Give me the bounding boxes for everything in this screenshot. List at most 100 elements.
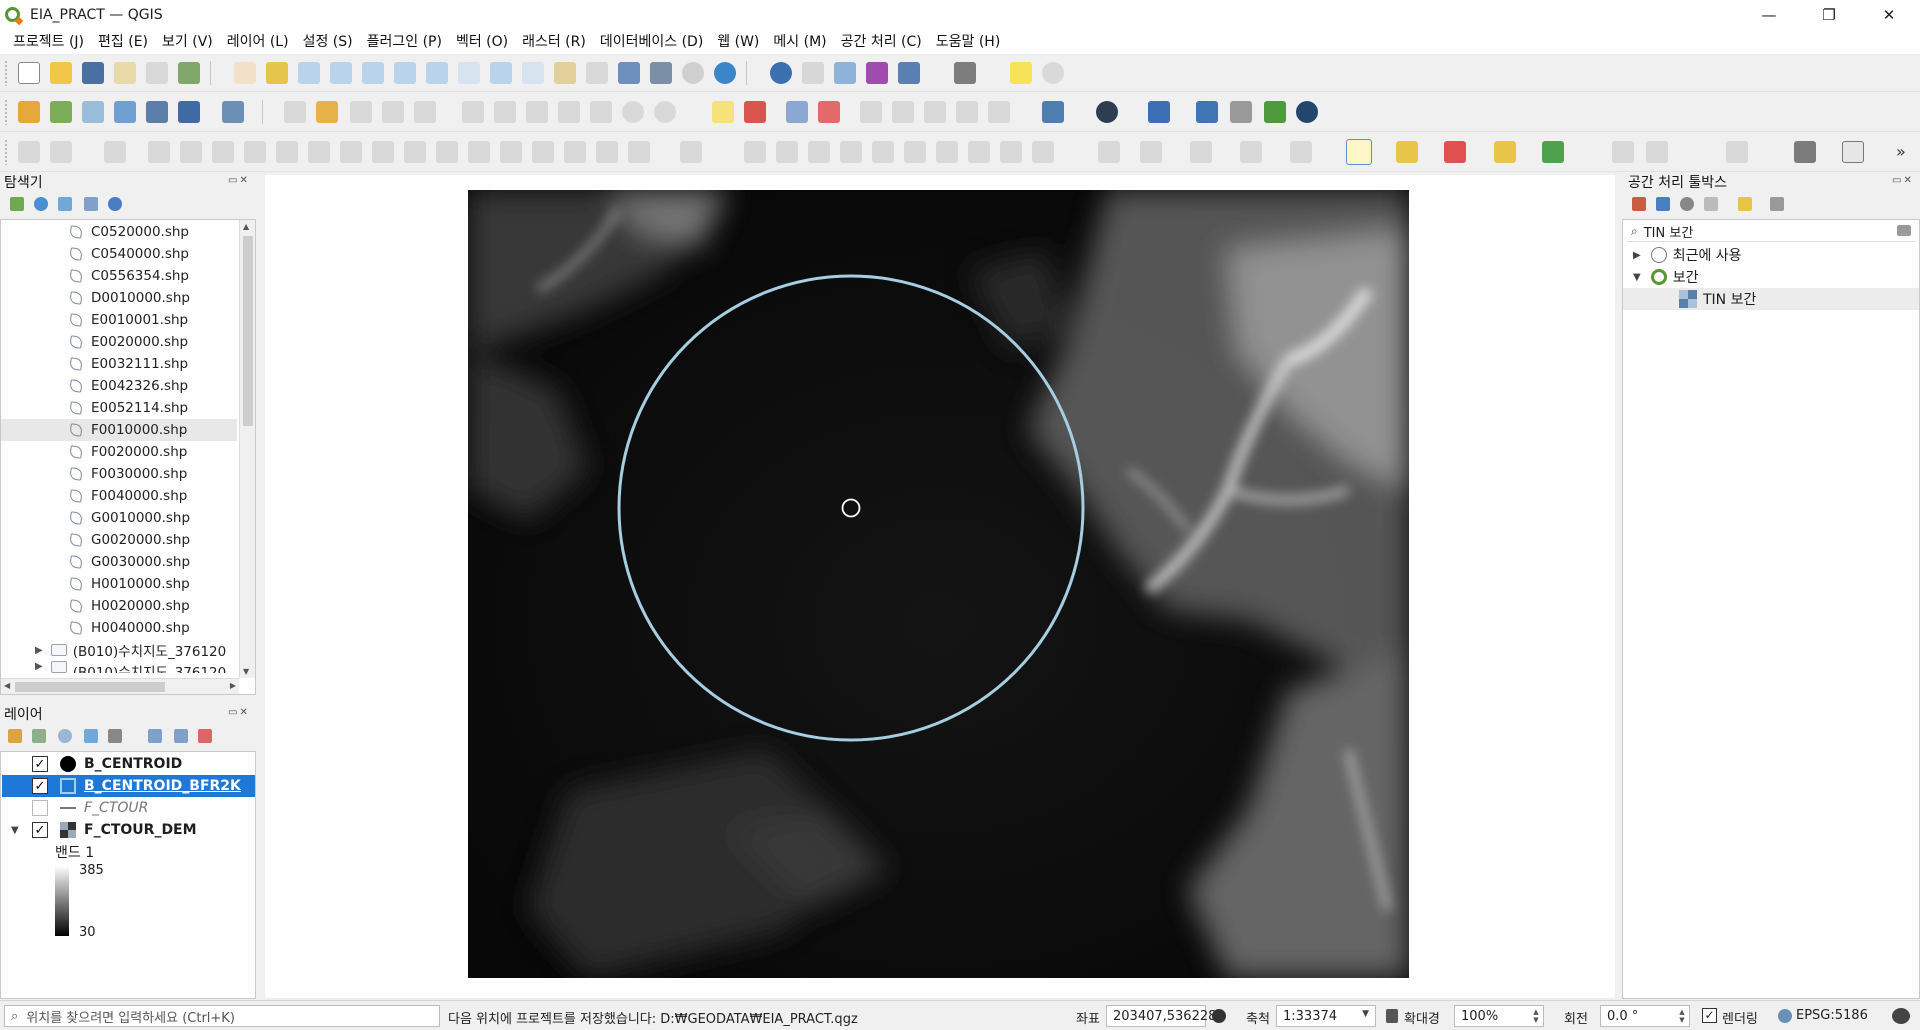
digitize-tool-24-icon[interactable] xyxy=(840,141,862,163)
show-bookmarks-icon[interactable] xyxy=(650,62,672,84)
digitize-tool-31-icon[interactable] xyxy=(1098,141,1120,163)
new-bookmark-icon[interactable] xyxy=(618,62,640,84)
show-hide-labels-icon[interactable] xyxy=(860,101,882,123)
chevron-right-icon[interactable]: ▶ xyxy=(1633,250,1641,261)
tree-item-recent[interactable]: ▶ 최근에 사용 xyxy=(1623,244,1919,266)
data-source-manager-icon[interactable] xyxy=(18,101,40,123)
toolbar-grip[interactable] xyxy=(4,99,8,125)
list-item[interactable]: G0020000.shp xyxy=(1,529,237,551)
new-geopackage-layer-icon[interactable] xyxy=(50,101,72,123)
label-properties-icon[interactable] xyxy=(988,101,1010,123)
close-button[interactable]: ✕ xyxy=(1866,0,1912,30)
digitize-tool-5-icon[interactable] xyxy=(180,141,202,163)
toggle-editing-icon[interactable] xyxy=(316,101,338,123)
digitize-tool-35-icon[interactable] xyxy=(1290,141,1312,163)
layer-row-f-ctour[interactable]: F_CTOUR xyxy=(2,797,255,819)
list-item[interactable]: H0040000.shp xyxy=(1,617,237,639)
toolbar-grip[interactable] xyxy=(4,60,8,86)
identify-icon[interactable] xyxy=(770,62,792,84)
scroll-left-icon[interactable]: ◀ xyxy=(4,681,10,690)
cursor-tool-icon[interactable] xyxy=(1842,141,1864,163)
layers-panel-buttons[interactable]: ▭✕ xyxy=(228,707,250,718)
refresh-browser-icon[interactable] xyxy=(34,197,48,211)
spinbox-arrows-icon[interactable]: ▲ ▼ xyxy=(1531,1008,1541,1024)
style-manager-icon[interactable] xyxy=(178,62,200,84)
scripts-icon[interactable] xyxy=(1656,197,1670,211)
menu-database[interactable]: 데이터베이스 (D) xyxy=(593,30,710,54)
new-map-view-icon[interactable] xyxy=(554,62,576,84)
layer-row-b-centroid[interactable]: ✓ B_CENTROID xyxy=(2,753,255,775)
lock-scale-icon[interactable] xyxy=(1386,1009,1398,1023)
new-temporary-layer-icon[interactable] xyxy=(146,101,168,123)
menu-vector[interactable]: 벡터 (O) xyxy=(449,30,515,54)
digitize-tool-30-icon[interactable] xyxy=(1032,141,1054,163)
zoom-to-layer-icon[interactable] xyxy=(426,62,448,84)
new-virtual-layer-icon[interactable] xyxy=(222,101,244,123)
menu-mesh[interactable]: 메시 (M) xyxy=(766,30,833,54)
chevron-right-icon[interactable]: ▶ xyxy=(35,645,43,656)
digitize-tool-33-icon[interactable] xyxy=(1190,141,1212,163)
measure-icon[interactable] xyxy=(954,62,976,84)
new-spatialite-layer-icon[interactable] xyxy=(114,101,136,123)
remove-layer-icon[interactable] xyxy=(198,729,212,743)
restore-button[interactable]: ❐ xyxy=(1806,0,1852,30)
manage-visibility-icon[interactable] xyxy=(58,729,72,743)
highlight-pinned-labels-icon[interactable] xyxy=(786,101,808,123)
toolbar-grip[interactable] xyxy=(4,139,8,165)
add-raster-icon[interactable] xyxy=(178,101,200,123)
list-item[interactable]: G0030000.shp xyxy=(1,551,237,573)
annotation-text-icon[interactable] xyxy=(1794,141,1816,163)
plugin-sync-icon[interactable] xyxy=(1264,101,1286,123)
digitize-tool-34-icon[interactable] xyxy=(1240,141,1262,163)
menu-layer[interactable]: 레이어 (L) xyxy=(220,30,296,54)
messages-icon[interactable] xyxy=(1892,1008,1910,1024)
vector-tool-1-icon[interactable] xyxy=(1612,141,1634,163)
zoom-native-icon[interactable] xyxy=(458,62,480,84)
digitize-tool-25-icon[interactable] xyxy=(872,141,894,163)
models-icon[interactable] xyxy=(1632,197,1646,211)
digitize-tool-3-icon[interactable] xyxy=(104,141,126,163)
rotation-spinbox[interactable]: 0.0 ° ▲ ▼ xyxy=(1600,1005,1690,1027)
vector-tool-2-icon[interactable] xyxy=(1646,141,1668,163)
menu-view[interactable]: 보기 (V) xyxy=(155,30,220,54)
zoom-full-icon[interactable] xyxy=(362,62,384,84)
globe-icon[interactable] xyxy=(1296,101,1318,123)
digitize-tool-29-icon[interactable] xyxy=(1000,141,1022,163)
scale-select[interactable]: 1:33374 ▼ xyxy=(1276,1005,1376,1027)
digitize-tool-9-icon[interactable] xyxy=(308,141,330,163)
python-console-icon[interactable] xyxy=(1196,101,1218,123)
zoom-in-icon[interactable] xyxy=(298,62,320,84)
list-item[interactable]: E0042326.shp xyxy=(1,375,237,397)
refresh-icon[interactable] xyxy=(714,62,736,84)
dem-raster[interactable] xyxy=(468,190,1409,978)
pan-icon[interactable] xyxy=(234,62,256,84)
list-item[interactable]: G0010000.shp xyxy=(1,507,237,529)
list-item[interactable]: H0020000.shp xyxy=(1,595,237,617)
rotate-label-icon[interactable] xyxy=(924,101,946,123)
edit-features-in-place-icon[interactable] xyxy=(1738,197,1752,211)
add-feature-icon[interactable] xyxy=(382,101,404,123)
menu-processing[interactable]: 공간 처리 (C) xyxy=(834,30,929,54)
list-item[interactable]: C0540000.shp xyxy=(1,243,237,265)
undo-icon[interactable] xyxy=(622,101,644,123)
menu-help[interactable]: 도움말 (H) xyxy=(929,30,1008,54)
add-selected-layers-icon[interactable] xyxy=(10,197,24,211)
digitize-tool-23-icon[interactable] xyxy=(808,141,830,163)
digitize-tool-14-icon[interactable] xyxy=(468,141,490,163)
toolbox-panel-buttons[interactable]: ▭✕ xyxy=(1892,175,1914,186)
coord-field[interactable]: 203407,536228 xyxy=(1106,1005,1216,1027)
browser-hscrollbar[interactable]: ◀ ▶ xyxy=(1,678,239,694)
digitize-tool-19-icon[interactable] xyxy=(628,141,650,163)
menu-web[interactable]: 웹 (W) xyxy=(710,30,766,54)
collapse-all-layers-icon[interactable] xyxy=(174,729,188,743)
current-edits-icon[interactable] xyxy=(284,101,306,123)
layer-checkbox[interactable]: ✓ xyxy=(32,756,48,772)
scroll-thumb[interactable] xyxy=(243,236,253,426)
toolbar-overflow-icon[interactable]: » xyxy=(1896,143,1910,161)
delete-selected-icon[interactable] xyxy=(494,101,516,123)
list-item[interactable]: C0556354.shp xyxy=(1,265,237,287)
save-edits-icon[interactable] xyxy=(350,101,372,123)
magnifier-spinbox[interactable]: 100% ▲ ▼ xyxy=(1454,1005,1544,1027)
vector-tool-3-icon[interactable] xyxy=(1726,141,1748,163)
toolbox-icon[interactable] xyxy=(834,62,856,84)
